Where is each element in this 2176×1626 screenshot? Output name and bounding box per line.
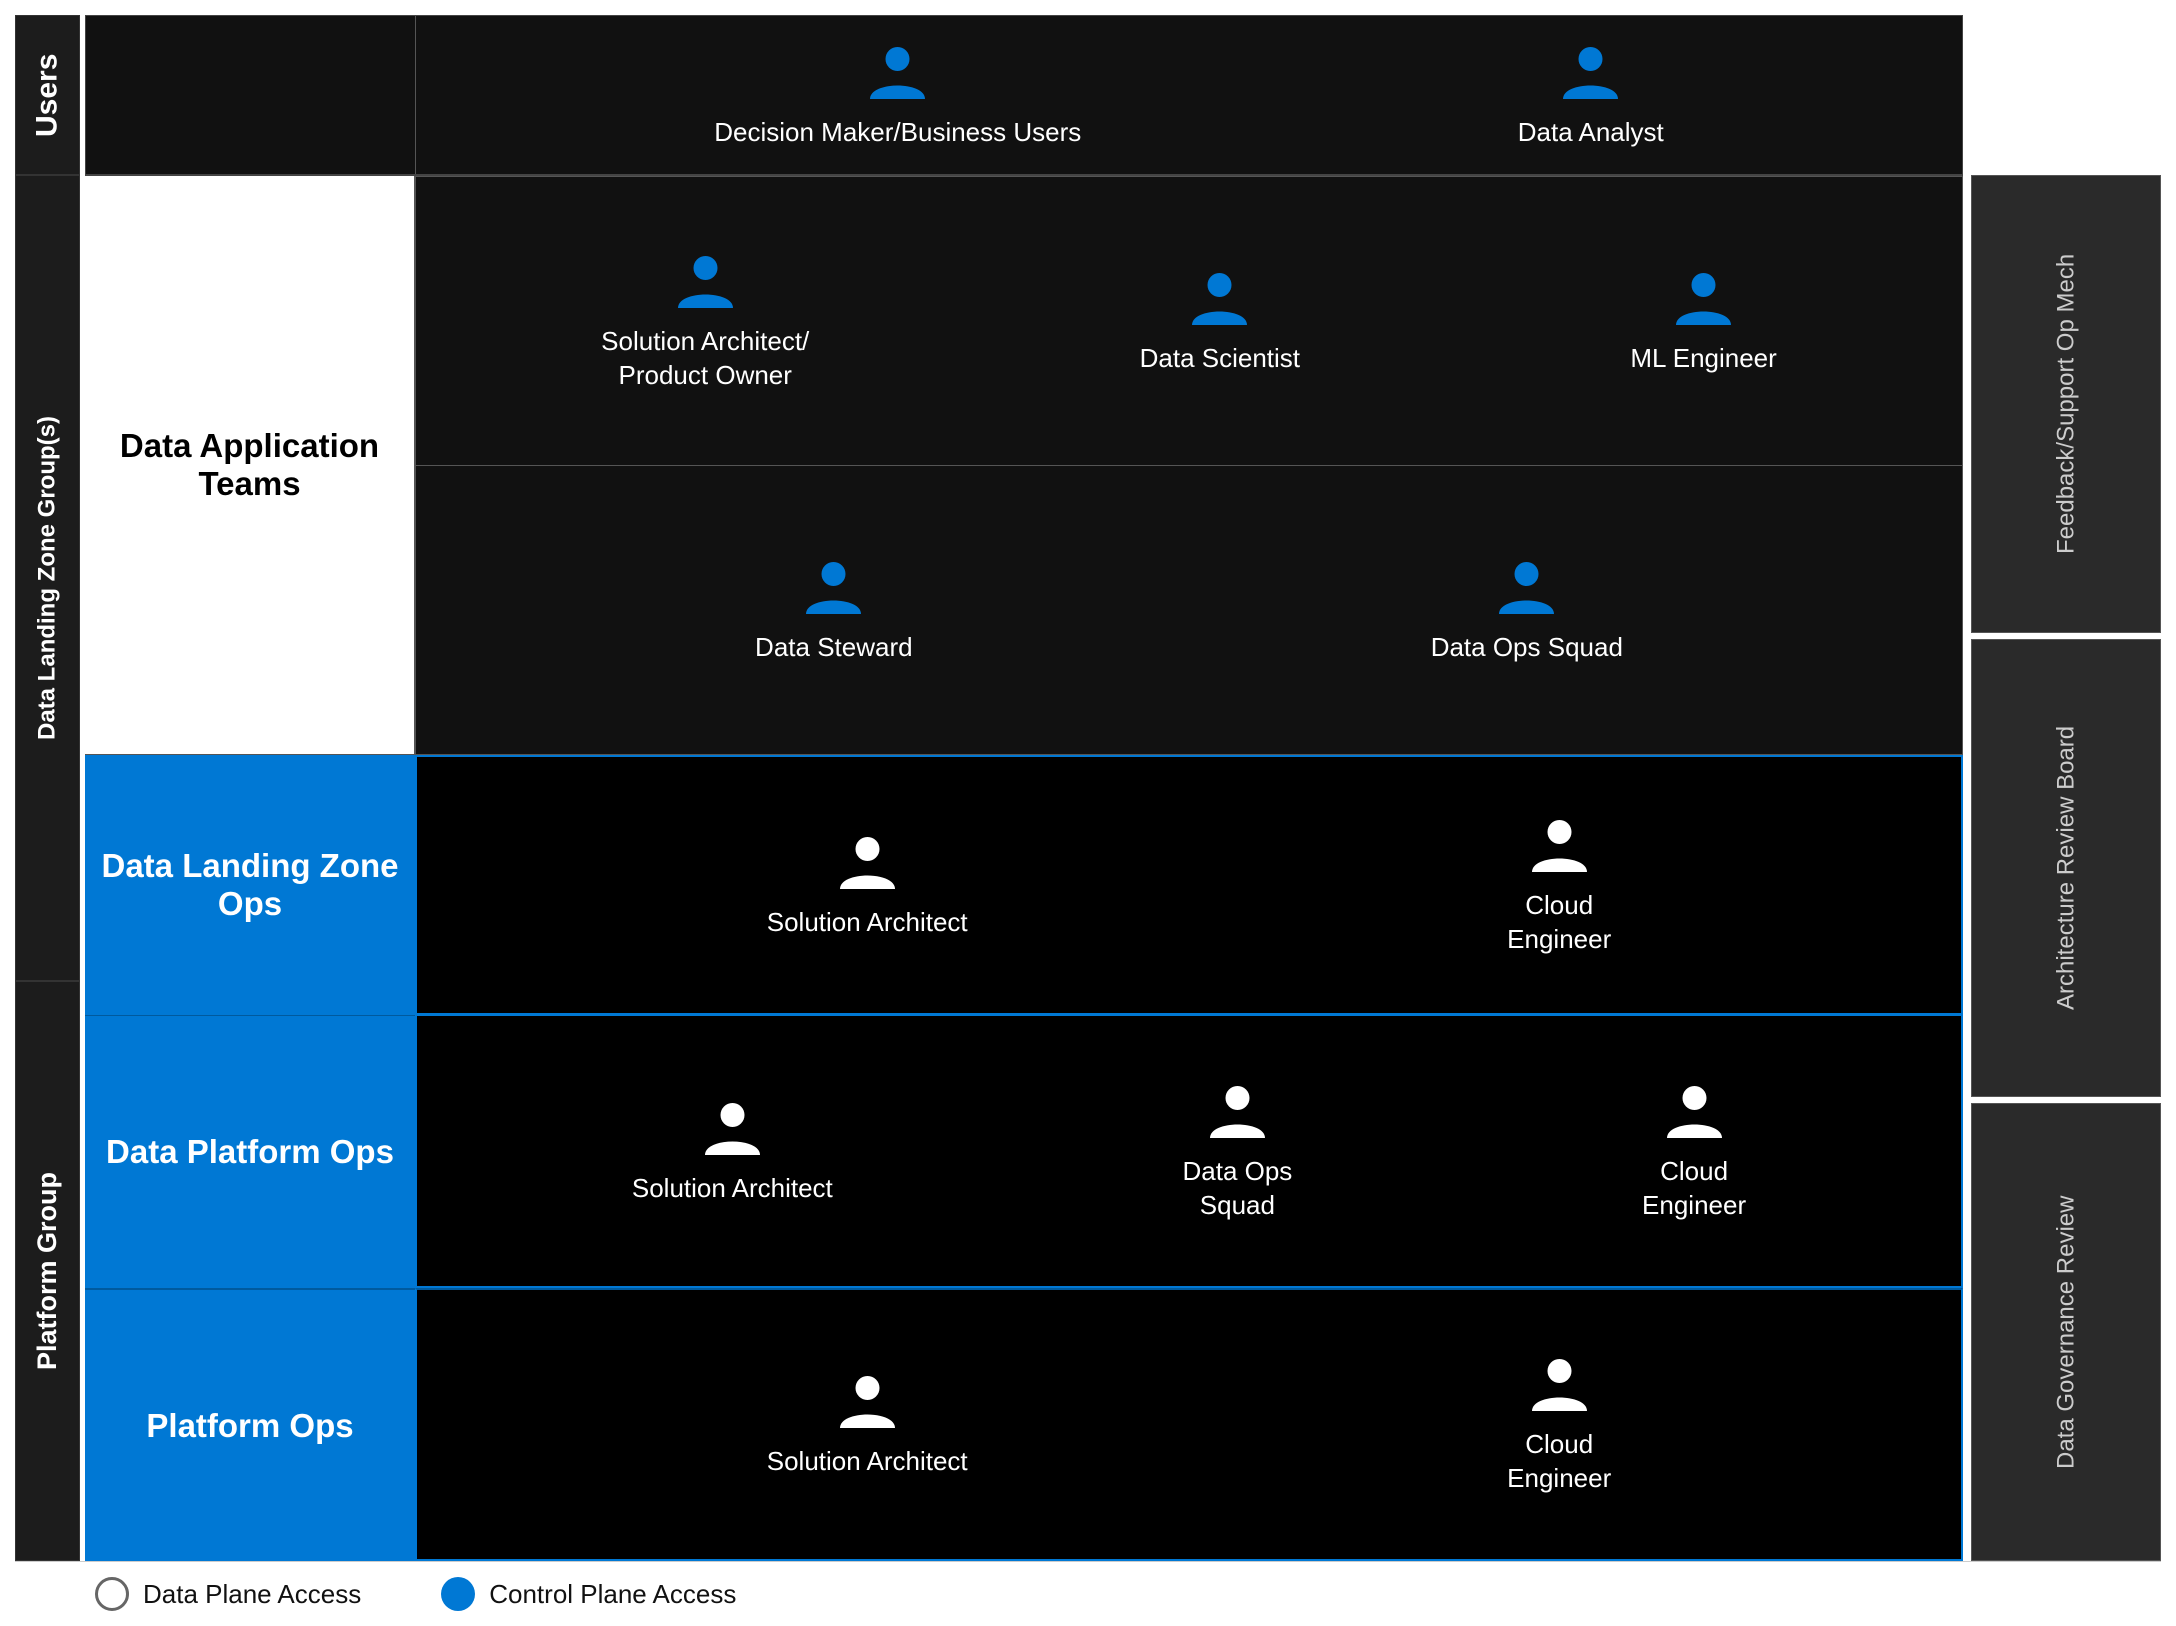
dp-cloud-engineer-label: CloudEngineer — [1642, 1155, 1746, 1223]
control-plane-icon — [441, 1577, 475, 1611]
person-dlzo-solution-architect: Solution Architect — [767, 831, 968, 940]
right-panel-governance: Data Governance Review — [1971, 1103, 2161, 1561]
person-plat-solution-architect: Solution Architect — [767, 1370, 968, 1479]
plat-ops-label: Platform Ops — [85, 1288, 415, 1561]
ml-engineer-label: ML Engineer — [1630, 342, 1776, 376]
person-data-steward: Data Steward — [755, 556, 913, 665]
plat-cloud-engineer-label: CloudEngineer — [1507, 1428, 1611, 1496]
person-solution-architect: Solution Architect/Product Owner — [601, 250, 809, 393]
person-dp-solution-architect: Solution Architect — [632, 1097, 833, 1206]
dlzo-solution-architect-label: Solution Architect — [767, 906, 968, 940]
legend-control-plane: Control Plane Access — [441, 1577, 736, 1611]
content-area: Decision Maker/Business Users Data Analy… — [85, 15, 1963, 1561]
user-white-icon-3 — [700, 1097, 765, 1162]
user-blue-icon-4 — [1187, 267, 1252, 332]
right-panel-architecture: Architecture Review Board — [1971, 639, 2161, 1097]
diagram-area: Users Data Landing Zone Group(s) Platfor… — [15, 15, 2161, 1561]
users-label: Users — [15, 15, 80, 175]
data-scientist-label: Data Scientist — [1140, 342, 1300, 376]
person-dp-data-ops-squad: Data OpsSquad — [1182, 1080, 1292, 1223]
right-panel-feedback: Feedback/Support Op Mech — [1971, 175, 2161, 633]
data-steward-label: Data Steward — [755, 631, 913, 665]
dlzo-row: Data Landing Zone Ops Solution Architect — [85, 755, 1963, 1015]
control-plane-label: Control Plane Access — [489, 1579, 736, 1610]
platform-section: Data Platform Ops Solution Architect — [85, 1015, 1963, 1561]
solution-architect-label: Solution Architect/Product Owner — [601, 325, 809, 393]
platform-inner: Data Platform Ops Solution Architect — [85, 1015, 1963, 1561]
user-blue-icon-5 — [1671, 267, 1736, 332]
dlzo-content: Solution Architect CloudEngineer — [415, 755, 1963, 1015]
user-blue-icon — [865, 41, 930, 106]
plat-ops-content: Solution Architect CloudEngineer — [415, 1288, 1963, 1561]
users-spacer — [86, 16, 416, 174]
user-blue-icon-7 — [1494, 556, 1559, 621]
dp-ops-label: Data Platform Ops — [85, 1015, 415, 1288]
user-white-icon-4 — [1205, 1080, 1270, 1145]
user-white-icon-7 — [1527, 1353, 1592, 1418]
data-plane-icon — [95, 1577, 129, 1611]
left-label-strip: Users Data Landing Zone Group(s) Platfor… — [15, 15, 80, 1561]
person-data-ops-squad-dat: Data Ops Squad — [1431, 556, 1623, 665]
platform-group-label: Platform Group — [15, 981, 80, 1561]
person-dlzo-cloud-engineer: CloudEngineer — [1507, 814, 1611, 957]
decision-maker-label: Decision Maker/Business Users — [714, 116, 1081, 150]
dp-data-ops-squad-label: Data OpsSquad — [1182, 1155, 1292, 1223]
person-ml-engineer: ML Engineer — [1630, 267, 1776, 376]
page-wrapper: Users Data Landing Zone Group(s) Platfor… — [0, 0, 2176, 1626]
dlzo-cloud-engineer-label: CloudEngineer — [1507, 889, 1611, 957]
legend-bar: Data Plane Access Control Plane Access — [15, 1561, 2161, 1626]
dlzo-label: Data Landing Zone Ops — [85, 755, 415, 1015]
person-decision-maker: Decision Maker/Business Users — [714, 41, 1081, 150]
user-white-icon-6 — [835, 1370, 900, 1435]
user-white-icon — [835, 831, 900, 896]
person-plat-cloud-engineer: CloudEngineer — [1507, 1353, 1611, 1496]
dp-ops-content: Solution Architect Data OpsSquad — [415, 1015, 1963, 1288]
plat-solution-architect-label: Solution Architect — [767, 1445, 968, 1479]
user-blue-icon-3 — [673, 250, 738, 315]
user-blue-icon-6 — [801, 556, 866, 621]
dat-row: Data Application Teams Solution Architec… — [85, 175, 1963, 755]
dat-left-label: Data Application Teams — [85, 176, 415, 755]
dp-solution-architect-label: Solution Architect — [632, 1172, 833, 1206]
user-blue-icon-2 — [1558, 41, 1623, 106]
dat-label-text: Data Application Teams — [85, 427, 414, 503]
data-ops-squad-dat-label: Data Ops Squad — [1431, 631, 1623, 665]
dlzg-section: Data Application Teams Solution Architec… — [85, 175, 1963, 1561]
user-white-icon-5 — [1662, 1080, 1727, 1145]
plat-ops-row: Platform Ops Solution Architect — [85, 1288, 1963, 1561]
legend-data-plane: Data Plane Access — [95, 1577, 361, 1611]
data-plane-label: Data Plane Access — [143, 1579, 361, 1610]
dat-upper-persons: Solution Architect/Product Owner Data Sc… — [416, 177, 1962, 466]
users-persons: Decision Maker/Business Users Data Analy… — [416, 16, 1962, 174]
data-landing-zone-label: Data Landing Zone Group(s) — [15, 175, 80, 981]
data-analyst-label: Data Analyst — [1518, 116, 1664, 150]
dp-ops-row: Data Platform Ops Solution Architect — [85, 1015, 1963, 1288]
person-dp-cloud-engineer: CloudEngineer — [1642, 1080, 1746, 1223]
person-data-analyst: Data Analyst — [1518, 41, 1664, 150]
dat-lower-persons: Data Steward Data Ops Squad — [416, 466, 1962, 754]
right-panels: Feedback/Support Op Mech Architecture Re… — [1971, 15, 2161, 1561]
user-white-icon-2 — [1527, 814, 1592, 879]
dat-right-content: Solution Architect/Product Owner Data Sc… — [415, 176, 1963, 755]
person-data-scientist: Data Scientist — [1140, 267, 1300, 376]
users-row: Decision Maker/Business Users Data Analy… — [85, 15, 1963, 175]
